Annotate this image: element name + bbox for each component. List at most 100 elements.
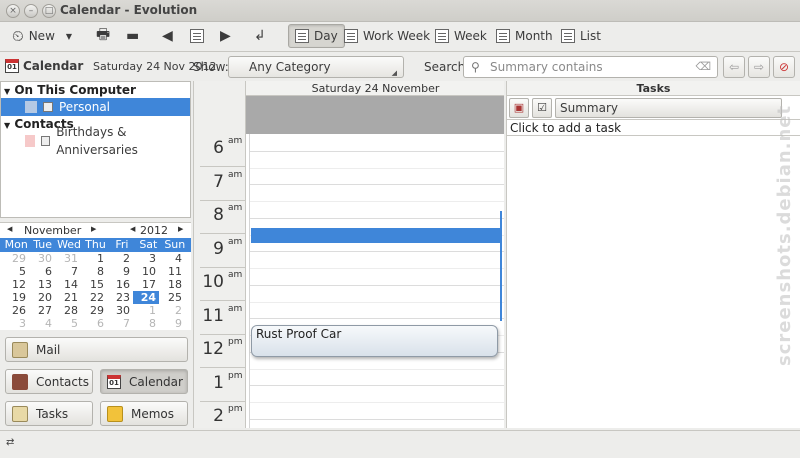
prev-year-icon[interactable]: ◀ [130, 225, 135, 233]
month-view-icon [496, 29, 510, 43]
mini-calendar-day[interactable]: 27 [29, 304, 55, 317]
mini-calendar-day[interactable]: 17 [133, 278, 159, 291]
mini-calendar-day[interactable]: 18 [159, 278, 185, 291]
mini-calendar-day[interactable]: 4 [29, 317, 55, 330]
time-slot-line [246, 217, 504, 219]
mini-calendar-day[interactable]: 5 [55, 317, 81, 330]
tasks-switcher-button[interactable]: Tasks [5, 401, 93, 426]
clear-search-icon[interactable]: ⌫ [695, 57, 711, 77]
mini-calendar-day[interactable]: 4 [159, 252, 185, 265]
mini-calendar-day[interactable]: 30 [29, 252, 55, 265]
mini-calendar-day[interactable]: 10 [133, 265, 159, 278]
time-slot-line [246, 268, 504, 269]
tree-item-birthdays[interactable]: Birthdays & Anniversaries [1, 125, 190, 157]
mini-calendar-day[interactable]: 16 [107, 278, 133, 291]
all-day-area[interactable] [246, 96, 504, 134]
mini-calendar-day[interactable]: 7 [107, 317, 133, 330]
title-bar: × – □ Calendar - Evolution [0, 0, 800, 22]
mini-calendar-day[interactable]: 21 [55, 291, 81, 304]
prev-month-icon[interactable]: ◀ [7, 225, 12, 233]
mini-calendar-day[interactable]: 1 [133, 304, 159, 317]
mini-calendar-day[interactable]: 7 [55, 265, 81, 278]
forward-arrow-icon[interactable]: ▶ [220, 24, 231, 48]
time-slot-line [246, 284, 504, 286]
mini-calendar-day[interactable]: 30 [107, 304, 133, 317]
mini-calendar-day[interactable]: 11 [159, 265, 185, 278]
close-window-icon[interactable]: × [6, 4, 20, 18]
mini-calendar-day[interactable]: 2 [107, 252, 133, 265]
task-complete-checkbox-icon[interactable]: ☑ [532, 97, 552, 118]
expander-icon[interactable]: ▼ [4, 87, 10, 96]
mini-calendar-day[interactable]: 5 [3, 265, 29, 278]
view-week-button[interactable]: Week [435, 24, 487, 48]
mini-calendar-day[interactable]: 19 [3, 291, 29, 304]
minimize-window-icon[interactable]: – [24, 4, 38, 18]
hour-number: 6 [213, 138, 224, 158]
window-title: Calendar - Evolution [60, 3, 198, 17]
mini-calendar-day[interactable]: 26 [3, 304, 29, 317]
watermark: screenshots.debian.net [774, 100, 796, 370]
summary-column-header[interactable]: Summary [555, 97, 782, 118]
mini-calendar-day[interactable]: 31 [55, 252, 81, 265]
mini-calendar-day[interactable]: 29 [81, 304, 107, 317]
mini-calendar-day[interactable]: 8 [81, 265, 107, 278]
back-arrow-icon[interactable]: ◀ [162, 24, 173, 48]
delete-icon[interactable]: ▬ [126, 24, 139, 48]
calendar-checkbox[interactable] [43, 102, 53, 112]
stop-search-icon[interactable]: ⊘ [773, 56, 795, 78]
event-rust-proof-car[interactable]: Rust Proof Car [251, 325, 498, 357]
mini-calendar-day[interactable]: 6 [29, 265, 55, 278]
view-list-button[interactable]: List [561, 24, 601, 48]
next-month-icon[interactable]: ▶ [91, 225, 96, 233]
mini-calendar-day[interactable]: 8 [133, 317, 159, 330]
mini-calendar-day[interactable]: 9 [107, 265, 133, 278]
mini-calendar-day[interactable]: 2 [159, 304, 185, 317]
tree-item-personal[interactable]: Personal [1, 98, 190, 116]
offline-status-icon[interactable]: ⇄ [6, 437, 14, 448]
search-prev-button[interactable]: ⇦ [723, 56, 745, 78]
category-select[interactable]: Any Category ◢ [228, 56, 404, 78]
print-icon[interactable]: 🖶 [96, 24, 110, 48]
mini-calendar-day[interactable]: 28 [55, 304, 81, 317]
add-task-row[interactable]: Click to add a task [507, 120, 800, 136]
show-label: Show: [193, 60, 229, 74]
weekday-label: Sat [139, 238, 158, 251]
dropdown-arrow-icon[interactable]: ▼ [66, 32, 72, 41]
mini-calendar-day[interactable]: 14 [55, 278, 81, 291]
mini-calendar-day[interactable]: 25 [159, 291, 185, 304]
mini-calendar-day[interactable]: 24 [133, 291, 159, 304]
selected-time-slot[interactable] [251, 228, 501, 243]
view-month-button[interactable]: Month [496, 24, 553, 48]
search-next-button[interactable]: ⇨ [748, 56, 770, 78]
hour-label: 6 am [200, 134, 246, 167]
mini-calendar-day[interactable]: 3 [133, 252, 159, 265]
tree-group-on-this-computer[interactable]: ▼ On This Computer [1, 82, 190, 98]
mini-calendar-day[interactable]: 9 [159, 317, 185, 330]
memos-switcher-button[interactable]: Memos [100, 401, 188, 426]
mini-calendar-day[interactable]: 1 [81, 252, 107, 265]
mini-calendar-day[interactable]: 12 [3, 278, 29, 291]
mini-calendar-day[interactable]: 3 [3, 317, 29, 330]
contacts-switcher-button[interactable]: Contacts [5, 369, 93, 394]
expander-icon[interactable]: ▼ [4, 121, 10, 130]
today-icon[interactable] [190, 24, 204, 48]
mini-calendar-day[interactable]: 15 [81, 278, 107, 291]
next-year-icon[interactable]: ▶ [178, 225, 183, 233]
calendar-switcher-button[interactable]: 01 Calendar [100, 369, 188, 394]
task-type-icon[interactable]: ▣ [509, 97, 529, 118]
list-view-icon [561, 29, 575, 43]
search-input[interactable]: ⚲ Summary contains ⌫ [463, 56, 718, 78]
view-work-week-button[interactable]: Work Week [344, 24, 430, 48]
mini-calendar-day[interactable]: 29 [3, 252, 29, 265]
mini-calendar-day[interactable]: 22 [81, 291, 107, 304]
mini-calendar-day[interactable]: 20 [29, 291, 55, 304]
mini-calendar-day[interactable]: 13 [29, 278, 55, 291]
go-to-date-icon[interactable]: ↲ [254, 24, 266, 48]
mail-switcher-button[interactable]: Mail [5, 337, 188, 362]
view-day-button[interactable]: Day [288, 24, 345, 48]
calendar-checkbox[interactable] [41, 136, 51, 146]
mini-calendar-day[interactable]: 6 [81, 317, 107, 330]
mini-calendar-day[interactable]: 23 [107, 291, 133, 304]
new-button[interactable]: ⏲ New ▼ [12, 24, 72, 48]
maximize-window-icon[interactable]: □ [42, 4, 56, 18]
